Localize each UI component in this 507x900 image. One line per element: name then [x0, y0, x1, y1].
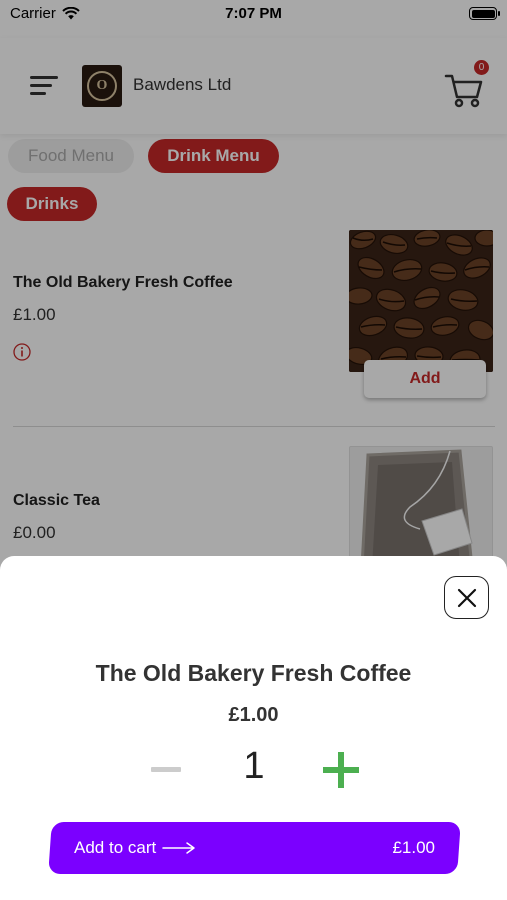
increase-quantity-button[interactable] — [323, 752, 359, 788]
sheet-product-price: £1.00 — [228, 704, 279, 726]
decrease-quantity-button[interactable] — [150, 765, 182, 773]
close-button[interactable] — [444, 576, 489, 619]
add-to-cart-label: Add to cart — [74, 838, 157, 857]
sheet-product-title: The Old Bakery Fresh Coffee — [95, 660, 412, 686]
quantity-value: 1 — [243, 745, 265, 787]
arrow-right-icon — [162, 842, 195, 854]
minus-icon — [151, 766, 181, 772]
close-icon — [457, 588, 476, 607]
product-detail-sheet: The Old Bakery Fresh Coffee £1.00 1 Add … — [0, 556, 507, 900]
add-to-cart-button[interactable]: Add to cart £1.00 — [48, 822, 461, 874]
cart-total: £1.00 — [392, 838, 435, 857]
